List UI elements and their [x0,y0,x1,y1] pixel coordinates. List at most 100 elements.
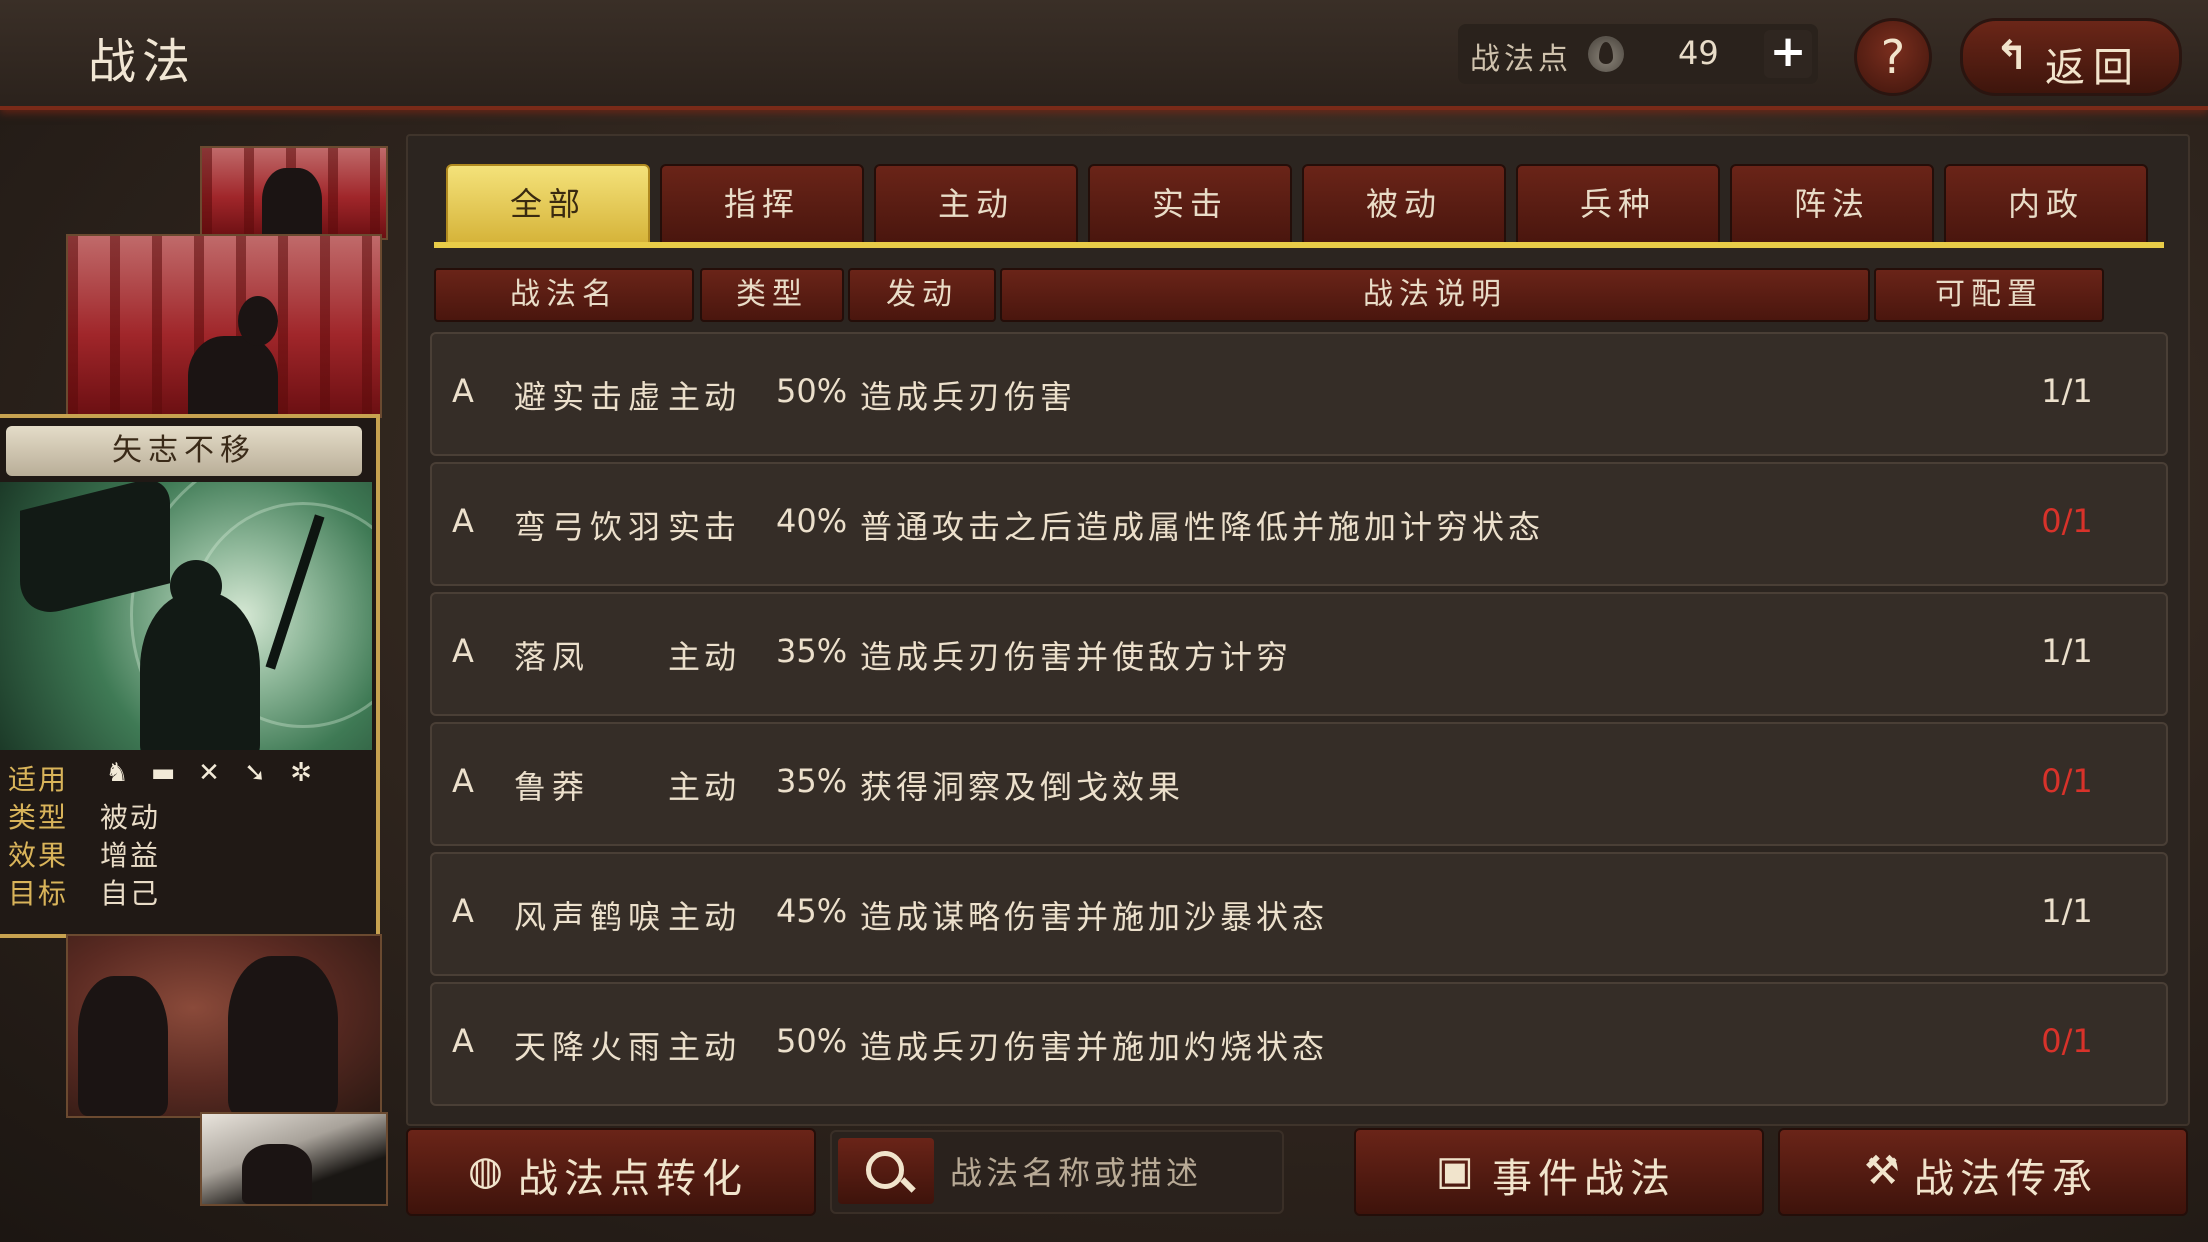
spear-icon: ➘ [244,758,266,788]
skill-rate: 35% [776,762,848,800]
tab-formation[interactable]: 阵法 [1730,164,1934,244]
tab-troop[interactable]: 兵种 [1516,164,1720,244]
skill-inherit-button[interactable]: ⚒ 战法传承 [1778,1128,2188,1216]
convert-points-button[interactable]: ◍ 战法点转化 [406,1128,816,1216]
search-icon [866,1151,904,1189]
tab-command[interactable]: 指挥 [660,164,864,244]
skill-config-count: 0/1 [2041,762,2093,800]
col-header-config[interactable]: 可配置 [1874,268,2104,322]
skill-description: 造成谋略伤害并施加沙暴状态 [860,898,1329,936]
skill-description: 获得洞察及倒戈效果 [860,768,1185,806]
scroll-icon: ▣ [1436,1148,1480,1194]
skill-config-cell: 0/1 [2041,1022,2093,1060]
skill-row[interactable]: A 落凤 主动 35% 造成兵刃伤害并使敌方计穷 1/1 [430,592,2168,716]
skill-config-cell: 0/1 [2041,502,2093,540]
back-button[interactable]: ↰ 返回 [1960,18,2182,96]
top-bar: 战法 战法点 49 + ? ↰ 返回 [0,0,2208,110]
skill-card-thumb-prev2[interactable] [200,146,388,240]
skill-config-cell: 1/1 [2041,632,2093,670]
skill-card-title: 矢志不移 [6,426,362,476]
skill-grade: A [452,502,474,540]
tab-active[interactable]: 主动 [874,164,1078,244]
flame-icon: ◍ [468,1148,509,1194]
tab-underline [434,242,2164,248]
col-header-type[interactable]: 类型 [700,268,844,322]
skill-name: 鲁莽 [514,768,591,806]
skill-config-cell: 0/1 [2041,762,2093,800]
skill-points-label: 战法点 [1470,42,1572,77]
skill-grade: A [452,372,474,410]
tab-domestic[interactable]: 内政 [1944,164,2148,244]
skill-rate: 50% [776,1022,848,1060]
skill-grade: A [452,892,474,930]
convert-points-label: 战法点转化 [518,1156,748,1202]
hammer-icon: ⚒ [1864,1148,1906,1194]
skill-card-thumb-prev[interactable] [66,234,382,418]
crossed-swords-icon: ✕ [198,758,220,788]
skill-type: 主动 [668,1028,741,1066]
skill-type: 主动 [668,768,741,806]
skill-type: 主动 [668,898,741,936]
troop-type-icons: ♞ ▬ ✕ ➘ ✲ [100,758,330,792]
page-title: 战法 [88,34,197,90]
skill-config-count: 0/1 [2041,1022,2093,1060]
skill-grade: A [452,1022,474,1060]
event-skills-button[interactable]: ▣ 事件战法 [1354,1128,1764,1216]
skill-type: 主动 [668,378,741,416]
skill-row[interactable]: A 避实击虚 主动 50% 造成兵刃伤害 1/1 [430,332,2168,456]
skill-card-info: 适用 ♞ ▬ ✕ ➘ ✲ 类型 被动 效果 增益 目标 自己 [8,758,368,910]
help-button[interactable]: ? [1854,18,1932,96]
col-header-name[interactable]: 战法名 [434,268,694,322]
skill-name: 弯弓饮羽 [514,508,667,546]
skill-description: 造成兵刃伤害并施加灼烧状态 [860,1028,1329,1066]
applicable-label: 适用 [8,763,69,796]
type-label: 类型 [8,801,69,834]
search-button[interactable] [838,1138,934,1204]
back-label: 返回 [2045,45,2141,91]
skill-config-cell: 1/1 [2041,372,2093,410]
skill-points-panel: 战法点 49 + [1458,24,1818,84]
skill-row[interactable]: A 天降火雨 主动 50% 造成兵刃伤害并施加灼烧状态 0/1 [430,982,2168,1106]
skill-card-thumb-next[interactable] [66,934,382,1118]
target-label: 目标 [8,877,69,910]
skill-rate: 40% [776,502,848,540]
skill-rate: 50% [776,372,848,410]
skill-description: 普通攻击之后造成属性降低并施加计穷状态 [860,508,1545,546]
skill-type: 实击 [668,508,741,546]
skill-config-count: 1/1 [2041,372,2093,410]
skill-card-thumb-next2[interactable] [200,1112,388,1206]
back-arrow-icon: ↰ [1995,33,2029,79]
target-value: 自己 [100,877,161,910]
tab-strike[interactable]: 实击 [1088,164,1292,244]
selected-skill-card[interactable]: 矢志不移 适用 ♞ ▬ ✕ ➘ ✲ 类型 被动 效果 增益 目标 自己 [0,414,380,938]
skill-card-art [0,482,372,750]
tab-passive[interactable]: 被动 [1302,164,1506,244]
effect-value: 增益 [100,839,161,872]
col-header-desc: 战法说明 [1000,268,1870,322]
search-input[interactable] [948,1144,1272,1202]
skill-rate: 45% [776,892,848,930]
skill-inherit-label: 战法传承 [1914,1156,2098,1202]
add-points-button[interactable]: + [1764,30,1812,78]
skill-type: 主动 [668,638,741,676]
skill-name: 风声鹤唳 [514,898,667,936]
tab-all[interactable]: 全部 [446,164,650,244]
skill-row[interactable]: A 鲁莽 主动 35% 获得洞察及倒戈效果 0/1 [430,722,2168,846]
skill-rate: 35% [776,632,848,670]
skill-config-count: 1/1 [2041,892,2093,930]
skill-grade: A [452,762,474,800]
col-header-rate[interactable]: 发动 [848,268,996,322]
effect-label: 效果 [8,839,69,872]
skill-config-count: 0/1 [2041,502,2093,540]
skill-config-cell: 1/1 [2041,892,2093,930]
skill-description: 造成兵刃伤害 [860,378,1077,416]
skill-row[interactable]: A 风声鹤唳 主动 45% 造成谋略伤害并施加沙暴状态 1/1 [430,852,2168,976]
skill-row[interactable]: A 弯弓饮羽 实击 40% 普通攻击之后造成属性降低并施加计穷状态 0/1 [430,462,2168,586]
skill-points-value: 49 [1678,34,1719,72]
search-box [830,1130,1284,1214]
skill-name: 落凤 [514,638,591,676]
wheel-icon: ✲ [290,758,312,788]
event-skills-label: 事件战法 [1492,1156,1676,1202]
flame-icon [1588,36,1624,72]
skill-grade: A [452,632,474,670]
